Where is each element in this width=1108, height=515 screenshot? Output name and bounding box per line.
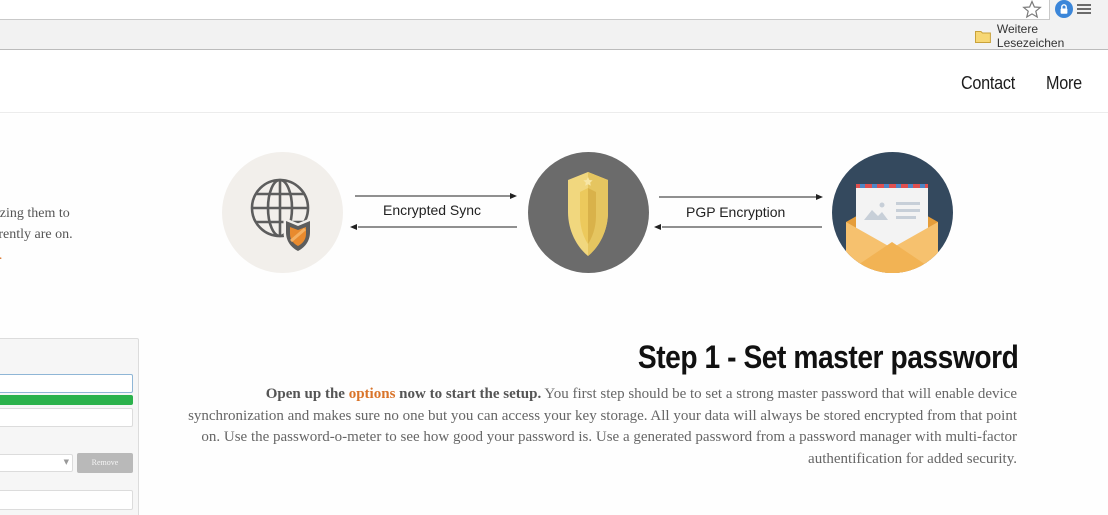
step-description: Open up the options now to start the set… — [180, 384, 1017, 470]
bookmark-folder[interactable]: Weitere Lesezeichen — [975, 22, 1108, 50]
gold-shield-icon — [528, 152, 649, 273]
step-lead-prefix: Open up the — [265, 386, 349, 402]
chevron-down-icon: ▼ — [63, 458, 69, 466]
key-select[interactable]: ▼ — [0, 454, 73, 472]
star-icon[interactable] — [1022, 0, 1042, 20]
options-link[interactable]: options — [349, 386, 396, 402]
main-content: nchronizing them to you currently are on… — [0, 114, 1108, 515]
browser-toolbar — [0, 0, 1108, 22]
globe-shield-icon — [222, 152, 343, 273]
menu-icon[interactable] — [1077, 2, 1091, 16]
site-header: Contact More — [0, 51, 1108, 113]
bookmarks-bar: Weitere Lesezeichen — [0, 22, 1108, 50]
step-lead-suffix: now to start the setup. — [395, 386, 542, 402]
options-form-preview: ▼ Remove — [0, 338, 139, 515]
intro-line-2: you currently are on. — [0, 227, 73, 242]
intro-text: nchronizing them to you currently are on… — [0, 203, 140, 266]
folder-icon — [975, 30, 991, 43]
pgp-encryption-label: PGP Encryption — [686, 204, 786, 220]
remove-button[interactable]: Remove — [77, 453, 133, 473]
address-bar[interactable] — [0, 0, 1050, 20]
intro-line-3: t. — [0, 245, 135, 266]
nav-more-link[interactable]: More — [1046, 73, 1082, 94]
password-confirm-input[interactable] — [0, 408, 133, 427]
password-input[interactable] — [0, 374, 133, 393]
envelope-icon — [832, 152, 953, 273]
encrypted-sync-label: Encrypted Sync — [383, 202, 482, 218]
step-title: Step 1 - Set master password — [637, 339, 1019, 375]
bookmark-folder-label: Weitere Lesezeichen — [996, 22, 1065, 50]
intro-line-1: nchronizing them to — [0, 206, 70, 221]
extension-lock-icon[interactable] — [1054, 0, 1074, 20]
nav-contact-link[interactable]: Contact — [961, 73, 1015, 94]
password-strength-meter — [0, 395, 133, 405]
bottom-input[interactable] — [0, 490, 133, 510]
